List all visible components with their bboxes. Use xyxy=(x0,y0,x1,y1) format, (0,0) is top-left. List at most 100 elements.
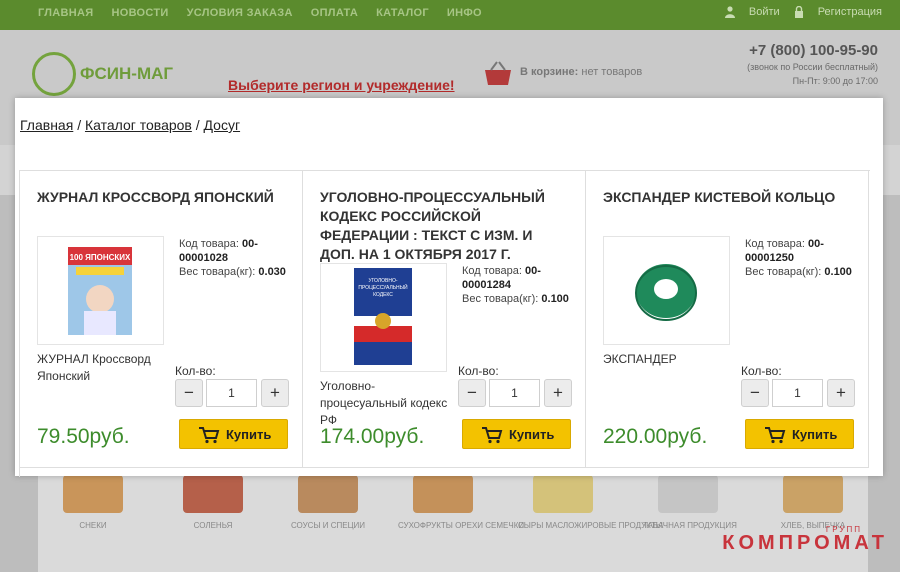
watermark: КОМПРОМАТ xyxy=(722,532,888,554)
select-region-link[interactable]: Выберите регион и учреждение! xyxy=(228,77,455,93)
quantity-stepper: − + xyxy=(741,379,856,407)
quantity-label: Кол-во: xyxy=(175,364,216,378)
product-image[interactable] xyxy=(603,236,730,345)
magazine-image: 100 ЯПОНСКИХ xyxy=(68,247,132,335)
category-label: СУХОФРУКТЫ ОРЕХИ СЕМЕЧКИ xyxy=(398,521,525,530)
svg-text:ПРОЦЕССУАЛЬНЫЙ: ПРОЦЕССУАЛЬНЫЙ xyxy=(358,283,408,291)
cart-icon xyxy=(482,427,503,444)
quantity-increase-button[interactable]: + xyxy=(261,379,289,407)
product-image[interactable]: 100 ЯПОНСКИХ xyxy=(37,236,164,345)
cart-label: В корзине: xyxy=(520,66,579,78)
nav-item-news[interactable]: НОВОСТИ xyxy=(111,7,168,19)
category-label: СОЛЕНЬЯ xyxy=(193,521,233,530)
quantity-decrease-button[interactable]: − xyxy=(458,379,486,407)
product-card: УГОЛОВНО-ПРОЦЕССУАЛЬНЫЙ КОДЕКС РОССИЙСКО… xyxy=(303,171,586,468)
product-price: 220.00руб. xyxy=(603,425,708,448)
product-price: 79.50руб. xyxy=(37,425,130,448)
category-label: СЫРЫ МАСЛОЖИРОВЫЕ ПРОДУКТЫ xyxy=(518,521,663,530)
product-name[interactable]: ЖУРНАЛ Кроссворд Японский xyxy=(37,351,175,385)
product-weight: 0.030 xyxy=(258,266,286,278)
breadcrumb-current[interactable]: Досуг xyxy=(204,117,241,133)
category-strip: СНЕКИ СОЛЕНЬЯ СОУСЫ И СПЕЦИИ СУХОФРУКТЫ … xyxy=(38,475,868,572)
buy-button[interactable]: Купить xyxy=(745,419,854,449)
category-image xyxy=(783,475,843,513)
product-code-label: Код товара: xyxy=(745,238,805,250)
category-tobacco[interactable]: ТАБАЧНАЯ ПРОДУКЦИЯ xyxy=(643,475,737,531)
category-pickles[interactable]: СОЛЕНЬЯ xyxy=(168,475,258,531)
product-card: ЖУРНАЛ КРОССВОРД ЯПОНСКИЙ 100 ЯПОНСКИХ К… xyxy=(20,171,303,468)
buy-button[interactable]: Купить xyxy=(462,419,571,449)
cart-summary: В корзине: нет товаров xyxy=(520,66,642,78)
product-title[interactable]: ЭКСПАНДЕР КИСТЕВОЙ КОЛЬЦО xyxy=(603,188,853,207)
product-meta: Код товара: 00-00001284 Вес товара(кг): … xyxy=(462,264,580,306)
buy-button[interactable]: Купить xyxy=(179,419,288,449)
quantity-increase-button[interactable]: + xyxy=(827,379,855,407)
hand-expander-ring-image xyxy=(635,264,697,321)
quantity-increase-button[interactable]: + xyxy=(544,379,572,407)
svg-text:УГОЛОВНО-: УГОЛОВНО- xyxy=(368,278,397,284)
category-image xyxy=(298,475,358,513)
nav-item-home[interactable]: ГЛАВНАЯ xyxy=(38,7,93,19)
phone-note: (звонок по России бесплатный) xyxy=(747,62,878,72)
category-snacks[interactable]: СНЕКИ xyxy=(48,475,138,531)
nav-item-payment[interactable]: ОПЛАТА xyxy=(311,7,358,19)
category-label: ТАБАЧНАЯ ПРОДУКЦИЯ xyxy=(643,521,737,530)
book-image: УГОЛОВНО- ПРОЦЕССУАЛЬНЫЙ КОДЕКС xyxy=(354,268,412,365)
product-weight: 0.100 xyxy=(541,293,569,305)
phone-number: +7 (800) 100-95-90 xyxy=(749,42,878,59)
category-dried-fruits[interactable]: СУХОФРУКТЫ ОРЕХИ СЕМЕЧКИ xyxy=(398,475,525,531)
quantity-input[interactable] xyxy=(489,379,540,407)
product-weight-label: Вес товара(кг): xyxy=(462,293,539,305)
catalog-panel: Главная / Каталог товаров / Досуг ЖУРНАЛ… xyxy=(15,98,883,477)
cart-icon xyxy=(199,427,220,444)
category-image xyxy=(658,475,718,513)
nav-item-order-terms[interactable]: УСЛОВИЯ ЗАКАЗА xyxy=(187,7,293,19)
breadcrumb-catalog[interactable]: Каталог товаров xyxy=(85,117,192,133)
lock-icon xyxy=(794,6,803,18)
product-name[interactable]: Уголовно-процесуальный кодекс РФ xyxy=(320,378,450,429)
logo-emblem-icon[interactable] xyxy=(32,52,76,96)
quantity-stepper: − + xyxy=(458,379,573,407)
product-image[interactable]: УГОЛОВНО- ПРОЦЕССУАЛЬНЫЙ КОДЕКС xyxy=(320,263,447,372)
category-image xyxy=(533,475,593,513)
user-icon xyxy=(724,6,735,18)
nav-item-catalog[interactable]: КАТАЛОГ xyxy=(376,7,429,19)
category-image xyxy=(183,475,243,513)
quantity-input[interactable] xyxy=(206,379,257,407)
shopping-basket-icon[interactable] xyxy=(482,60,514,88)
quantity-label: Кол-во: xyxy=(741,364,782,378)
breadcrumb-separator: / xyxy=(77,117,82,133)
top-navigation-bar: ГЛАВНАЯ НОВОСТИ УСЛОВИЯ ЗАКАЗА ОПЛАТА КА… xyxy=(0,0,900,30)
category-cheese[interactable]: СЫРЫ МАСЛОЖИРОВЫЕ ПРОДУКТЫ xyxy=(518,475,663,531)
product-code-label: Код товара: xyxy=(462,265,522,277)
work-hours: Пн-Пт: 9:00 до 17:00 xyxy=(792,76,878,86)
breadcrumb-separator: / xyxy=(195,117,200,133)
buy-button-label: Купить xyxy=(792,427,838,442)
buy-button-label: Купить xyxy=(509,427,555,442)
svg-text:100 ЯПОНСКИХ: 100 ЯПОНСКИХ xyxy=(70,253,131,262)
category-image xyxy=(413,475,473,513)
category-image xyxy=(63,475,123,513)
quantity-decrease-button[interactable]: − xyxy=(175,379,203,407)
product-weight-label: Вес товара(кг): xyxy=(745,266,822,278)
svg-text:КОДЕКС: КОДЕКС xyxy=(373,292,393,298)
nav-item-info[interactable]: ИНФО xyxy=(447,7,482,19)
cart-icon xyxy=(765,427,786,444)
logo-text[interactable]: ФСИН-МАГ xyxy=(80,64,173,84)
register-link[interactable]: Регистрация xyxy=(818,6,882,18)
quantity-input[interactable] xyxy=(772,379,823,407)
quantity-decrease-button[interactable]: − xyxy=(741,379,769,407)
product-code-label: Код товара: xyxy=(179,238,239,250)
product-meta: Код товара: 00-00001250 Вес товара(кг): … xyxy=(745,237,863,279)
product-name[interactable]: ЭКСПАНДЕР xyxy=(603,351,741,368)
cart-status: нет товаров xyxy=(581,66,643,78)
buy-button-label: Купить xyxy=(226,427,272,442)
breadcrumb-home[interactable]: Главная xyxy=(20,117,73,133)
category-bread[interactable]: ХЛЕБ, ВЫПЕЧКА xyxy=(768,475,858,531)
category-label: СНЕКИ xyxy=(79,521,107,530)
login-link[interactable]: Войти xyxy=(749,6,780,18)
account-links: Войти Регистрация xyxy=(724,6,882,18)
category-sauces[interactable]: СОУСЫ И СПЕЦИИ xyxy=(283,475,373,531)
product-title[interactable]: ЖУРНАЛ КРОССВОРД ЯПОНСКИЙ xyxy=(37,188,287,207)
product-title[interactable]: УГОЛОВНО-ПРОЦЕССУАЛЬНЫЙ КОДЕКС РОССИЙСКО… xyxy=(320,188,570,264)
